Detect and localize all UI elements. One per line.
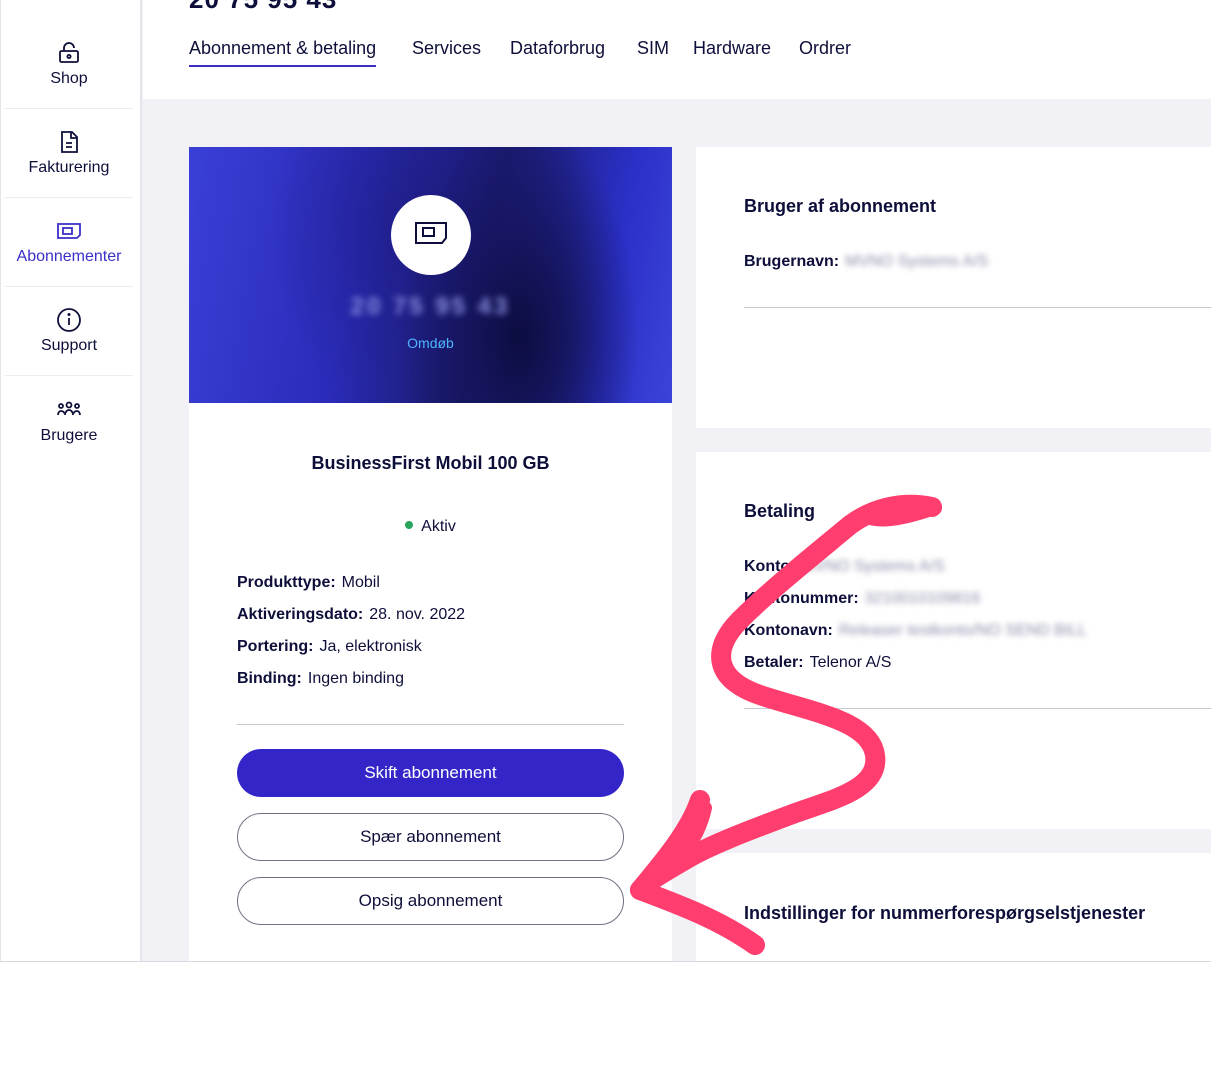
detail-label: Portering: bbox=[237, 638, 314, 655]
status-badge: Aktiv bbox=[189, 518, 672, 536]
payment-card: Betaling Konto: MVNO Systems A/S Kontonum… bbox=[696, 452, 1211, 829]
sidebar: Shop Fakturering Abonnementer Support Br… bbox=[0, 0, 142, 961]
sidebar-item-label: Shop bbox=[50, 70, 88, 87]
detail-label: Produkttype: bbox=[237, 574, 336, 591]
page-header: 20 75 95 43 Abonnement & betaling Servic… bbox=[143, 0, 1211, 99]
detail-binding: Binding: Ingen binding bbox=[237, 670, 404, 688]
user-card-title: Bruger af abonnement bbox=[744, 196, 937, 216]
divider bbox=[744, 708, 1211, 709]
detail-activation-date: Aktiveringsdato: 28. nov. 2022 bbox=[237, 606, 465, 624]
sidebar-item-brugere[interactable]: Brugere bbox=[5, 376, 133, 465]
tab-services[interactable]: Services bbox=[412, 38, 481, 65]
payment-value: 3210010109816 bbox=[864, 590, 981, 607]
cancel-subscription-button[interactable]: Opsig abonnement bbox=[237, 877, 624, 925]
username-value: MVNO Systems A/S bbox=[845, 253, 989, 270]
payment-label: Konto: bbox=[744, 558, 796, 575]
sidebar-item-fakturering[interactable]: Fakturering bbox=[5, 109, 133, 198]
payment-account-name-row: Kontonavn: Releaser testkonto/NO SEND BIL… bbox=[744, 622, 1087, 640]
divider bbox=[237, 724, 624, 725]
sim-card-icon bbox=[414, 220, 448, 251]
sidebar-item-label: Brugere bbox=[40, 426, 98, 444]
payment-value: Releaser testkonto/NO SEND BILL bbox=[838, 622, 1087, 639]
sim-card-icon bbox=[56, 218, 82, 244]
detail-value: 28. nov. 2022 bbox=[369, 606, 466, 623]
payment-card-title: Betaling bbox=[744, 501, 816, 521]
payment-label: Kontonummer: bbox=[744, 590, 859, 607]
tab-sim[interactable]: SIM bbox=[637, 38, 669, 65]
subscription-hero: 20 75 95 43 Omdøb bbox=[189, 147, 672, 403]
sidebar-item-abonnementer[interactable]: Abonnementer bbox=[5, 198, 133, 287]
sidebar-item-label: Fakturering bbox=[28, 159, 110, 176]
status-text: Aktiv bbox=[421, 518, 456, 535]
payment-payer-row: Betaler: Telenor A/S bbox=[744, 654, 891, 672]
tab-dataforbrug[interactable]: Dataforbrug bbox=[510, 38, 605, 65]
change-subscription-button[interactable]: Skift abonnement bbox=[237, 749, 624, 797]
detail-value: Ja, elektronisk bbox=[319, 638, 422, 655]
tab-hardware[interactable]: Hardware bbox=[693, 38, 771, 65]
detail-label: Binding: bbox=[237, 670, 302, 687]
subscription-number: 20 75 95 43 bbox=[350, 293, 511, 320]
rename-link[interactable]: Omdøb bbox=[189, 335, 672, 351]
detail-porting: Portering: Ja, elektronisk bbox=[237, 638, 422, 656]
sidebar-item-label: Support bbox=[40, 337, 98, 354]
sidebar-item-label: Abonnementer bbox=[16, 248, 122, 265]
lock-bag-icon bbox=[56, 40, 82, 66]
plan-name: BusinessFirst Mobil 100 GB bbox=[311, 453, 550, 473]
tab-ordrer[interactable]: Ordrer bbox=[799, 38, 851, 65]
sim-circle bbox=[391, 195, 471, 275]
users-icon bbox=[56, 397, 82, 423]
payment-account-number-row: Kontonummer: 3210010109816 bbox=[744, 590, 980, 608]
app-frame: Shop Fakturering Abonnementer Support Br… bbox=[0, 0, 1211, 962]
subscription-card: 20 75 95 43 Omdøb BusinessFirst Mobil 10… bbox=[189, 147, 672, 961]
page-title: 20 75 95 43 bbox=[189, 0, 337, 15]
sidebar-item-shop[interactable]: Shop bbox=[5, 20, 133, 109]
directory-settings-title: Indstillinger for nummerforespørgselstje… bbox=[744, 903, 1146, 923]
directory-settings-card: Indstillinger for nummerforespørgselstje… bbox=[696, 853, 1211, 961]
document-icon bbox=[56, 129, 82, 155]
detail-label: Aktiveringsdato: bbox=[237, 606, 364, 623]
sidebar-item-support[interactable]: Support bbox=[5, 287, 133, 376]
status-dot bbox=[405, 520, 414, 529]
info-icon bbox=[56, 307, 82, 333]
detail-value: Ingen binding bbox=[307, 670, 404, 687]
tab-abonnement-betaling[interactable]: Abonnement & betaling bbox=[189, 38, 377, 67]
payment-value: Telenor A/S bbox=[809, 654, 892, 671]
payment-value: MVNO Systems A/S bbox=[801, 558, 945, 575]
detail-value: Mobil bbox=[341, 574, 380, 591]
payment-account-row: Konto: MVNO Systems A/S bbox=[744, 558, 945, 576]
user-card: Bruger af abonnement Brugernavn: MVNO Sys… bbox=[696, 147, 1211, 428]
block-subscription-button[interactable]: Spær abonnement bbox=[237, 813, 624, 861]
detail-product-type: Produkttype: Mobil bbox=[237, 574, 380, 592]
divider bbox=[744, 307, 1211, 308]
username-row: Brugernavn: MVNO Systems A/S bbox=[744, 253, 988, 271]
payment-label: Betaler: bbox=[744, 654, 804, 671]
username-label: Brugernavn: bbox=[744, 253, 840, 270]
payment-label: Kontonavn: bbox=[744, 622, 833, 639]
